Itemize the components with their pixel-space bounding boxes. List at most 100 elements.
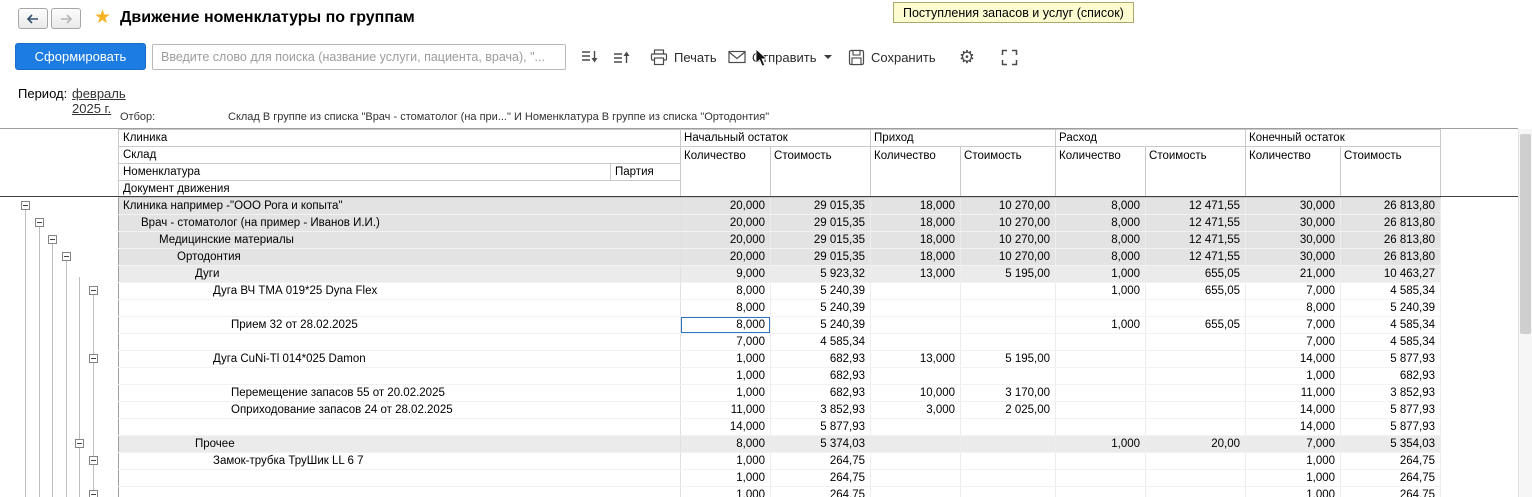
value-cell[interactable] [1055, 299, 1147, 317]
value-cell[interactable]: 10 270,00 [960, 248, 1057, 266]
value-cell[interactable]: 26 813,80 [1340, 248, 1442, 266]
value-cell[interactable]: 5 240,39 [1340, 299, 1442, 317]
value-cell[interactable]: 2 025,00 [960, 401, 1057, 419]
value-cell[interactable] [960, 282, 1057, 300]
value-cell[interactable] [1145, 367, 1247, 385]
value-cell[interactable] [960, 418, 1057, 436]
value-cell[interactable]: 5 240,39 [770, 299, 872, 317]
row-label[interactable]: Врач - стоматолог (на пример - Иванов И.… [118, 214, 682, 232]
value-cell[interactable]: 1,000 [680, 350, 772, 368]
row-label[interactable] [118, 486, 682, 497]
value-cell[interactable]: 8,000 [1055, 231, 1147, 249]
value-cell[interactable]: 1,000 [1055, 282, 1147, 300]
value-cell[interactable]: 8,000 [1245, 299, 1342, 317]
value-cell[interactable] [1145, 469, 1247, 487]
value-cell[interactable] [1055, 469, 1147, 487]
row-label[interactable]: Дуга ВЧ ТМА 019*25 Dyna Flex [118, 282, 682, 300]
value-cell[interactable] [1145, 418, 1247, 436]
value-cell[interactable]: 1,000 [1055, 316, 1147, 334]
group-collapse-expander[interactable] [89, 456, 98, 465]
value-cell[interactable]: 1,000 [1245, 486, 1342, 497]
value-cell[interactable]: 11,000 [1245, 384, 1342, 402]
value-cell[interactable] [960, 299, 1057, 317]
value-cell[interactable]: 18,000 [870, 231, 962, 249]
value-cell[interactable]: 7,000 [1245, 282, 1342, 300]
row-label[interactable] [118, 367, 682, 385]
value-cell[interactable] [1055, 384, 1147, 402]
row-label[interactable] [118, 418, 682, 436]
value-cell[interactable]: 18,000 [870, 197, 962, 215]
row-label[interactable]: Клиника например -"ООО Рога и копыта" [118, 197, 682, 215]
value-cell[interactable]: 5 354,03 [1340, 435, 1442, 453]
value-cell[interactable] [1055, 486, 1147, 497]
group-collapse-expander[interactable] [21, 201, 30, 210]
value-cell[interactable] [960, 333, 1057, 351]
value-cell[interactable] [870, 435, 962, 453]
row-label[interactable]: Оприходование запасов 24 от 28.02.2025 [118, 401, 682, 419]
value-cell[interactable] [1055, 333, 1147, 351]
row-label[interactable]: Прием 32 от 28.02.2025 [118, 316, 682, 334]
search-input[interactable] [152, 44, 566, 70]
value-cell[interactable] [1145, 333, 1247, 351]
value-cell[interactable] [960, 486, 1057, 497]
group-collapse-expander[interactable] [89, 490, 98, 497]
value-cell[interactable]: 7,000 [1245, 316, 1342, 334]
value-cell[interactable]: 12 471,55 [1145, 197, 1247, 215]
value-cell[interactable]: 9,000 [680, 265, 772, 283]
row-label[interactable]: Замок-трубка ТруШик LL 6 7 [118, 452, 682, 470]
value-cell[interactable]: 14,000 [680, 418, 772, 436]
row-label[interactable]: Прочее [118, 435, 682, 453]
value-cell[interactable]: 30,000 [1245, 248, 1342, 266]
value-cell[interactable]: 26 813,80 [1340, 197, 1442, 215]
value-cell[interactable]: 1,000 [1055, 265, 1147, 283]
value-cell[interactable] [1055, 367, 1147, 385]
value-cell[interactable]: 5 877,93 [1340, 350, 1442, 368]
value-cell[interactable]: 20,000 [680, 214, 772, 232]
generate-button[interactable]: Сформировать [15, 43, 146, 70]
expand-groups-icon[interactable] [578, 46, 600, 68]
value-cell[interactable]: 655,05 [1145, 265, 1247, 283]
value-cell[interactable]: 12 471,55 [1145, 248, 1247, 266]
value-cell[interactable]: 12 471,55 [1145, 231, 1247, 249]
value-cell[interactable]: 14,000 [1245, 418, 1342, 436]
value-cell[interactable] [960, 316, 1057, 334]
value-cell[interactable]: 3 170,00 [960, 384, 1057, 402]
forward-button[interactable] [51, 8, 81, 29]
value-cell[interactable]: 1,000 [1245, 452, 1342, 470]
value-cell[interactable]: 8,000 [680, 435, 772, 453]
back-button[interactable] [18, 8, 48, 29]
vertical-scrollbar[interactable] [1518, 129, 1532, 497]
value-cell[interactable] [870, 469, 962, 487]
group-collapse-expander[interactable] [48, 235, 57, 244]
value-cell[interactable] [870, 299, 962, 317]
value-cell[interactable]: 3 852,93 [1340, 384, 1442, 402]
value-cell[interactable]: 21,000 [1245, 265, 1342, 283]
value-cell[interactable]: 8,000 [680, 299, 772, 317]
value-cell[interactable]: 29 015,35 [770, 231, 872, 249]
group-collapse-expander[interactable] [89, 286, 98, 295]
value-cell[interactable]: 8,000 [1055, 197, 1147, 215]
selected-value-cell[interactable]: 8,000 [680, 316, 772, 334]
value-cell[interactable]: 5 877,93 [770, 418, 872, 436]
value-cell[interactable]: 1,000 [1245, 367, 1342, 385]
value-cell[interactable]: 3 852,93 [770, 401, 872, 419]
value-cell[interactable] [870, 282, 962, 300]
value-cell[interactable]: 20,000 [680, 248, 772, 266]
value-cell[interactable]: 1,000 [680, 452, 772, 470]
save-button[interactable]: Сохранить [848, 44, 936, 70]
value-cell[interactable]: 4 585,34 [1340, 282, 1442, 300]
value-cell[interactable]: 12 471,55 [1145, 214, 1247, 232]
value-cell[interactable]: 10 270,00 [960, 231, 1057, 249]
value-cell[interactable]: 18,000 [870, 214, 962, 232]
value-cell[interactable]: 1,000 [1055, 435, 1147, 453]
value-cell[interactable]: 5 240,39 [770, 282, 872, 300]
favorite-star-icon[interactable]: ★ [94, 7, 111, 29]
value-cell[interactable] [960, 367, 1057, 385]
value-cell[interactable]: 7,000 [680, 333, 772, 351]
value-cell[interactable]: 13,000 [870, 265, 962, 283]
value-cell[interactable]: 20,000 [680, 231, 772, 249]
value-cell[interactable] [1055, 418, 1147, 436]
value-cell[interactable]: 11,000 [680, 401, 772, 419]
value-cell[interactable]: 1,000 [1245, 469, 1342, 487]
value-cell[interactable]: 5 923,32 [770, 265, 872, 283]
